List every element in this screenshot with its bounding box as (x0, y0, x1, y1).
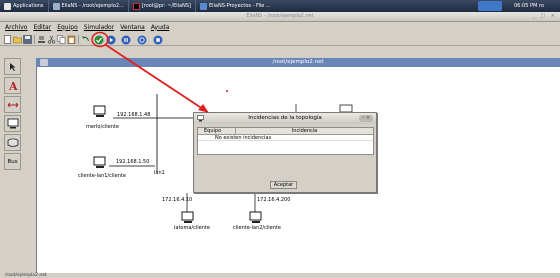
incidents-table[interactable]: Equipo Incidencia No existen incidencias (197, 127, 374, 155)
accept-button[interactable]: Aceptar (270, 181, 297, 189)
column-incidencia[interactable]: Incidencia (236, 128, 373, 134)
incidents-dialog: Incidencias de la topología – × Equipo I… (193, 112, 377, 193)
ip-label: 192.168.1.48 (117, 112, 151, 118)
computer-icon[interactable] (249, 211, 263, 224)
lan-label: lan1 (154, 170, 165, 176)
ip-label: 172.16.4.200 (257, 197, 291, 203)
app-icon (197, 115, 204, 122)
table-header: Equipo Incidencia (198, 128, 373, 135)
table-row[interactable]: No existen incidencias (198, 135, 373, 141)
dialog-title: Incidencias de la topología (248, 115, 322, 121)
hidden-node (339, 104, 353, 113)
ip-label: 172.16.4.10 (162, 197, 193, 203)
dialog-window-controls[interactable]: – × (359, 115, 373, 122)
ip-label: 192.168.1.50 (116, 159, 150, 165)
status-bar: /root/ejemplo2.net (0, 273, 560, 278)
node-label: cliente-lan2/cliente (233, 225, 281, 231)
node-label: latoma/cliente (174, 225, 210, 231)
computer-icon[interactable] (181, 211, 195, 224)
node-label: merlo/cliente (86, 124, 119, 130)
red-dot (226, 90, 228, 92)
dialog-titlebar[interactable]: Incidencias de la topología – × (194, 113, 376, 124)
node-label: cliente-lan1/cliente (78, 173, 126, 179)
column-equipo[interactable]: Equipo (198, 128, 236, 134)
computer-icon[interactable] (93, 105, 107, 118)
computer-icon[interactable] (93, 156, 107, 169)
